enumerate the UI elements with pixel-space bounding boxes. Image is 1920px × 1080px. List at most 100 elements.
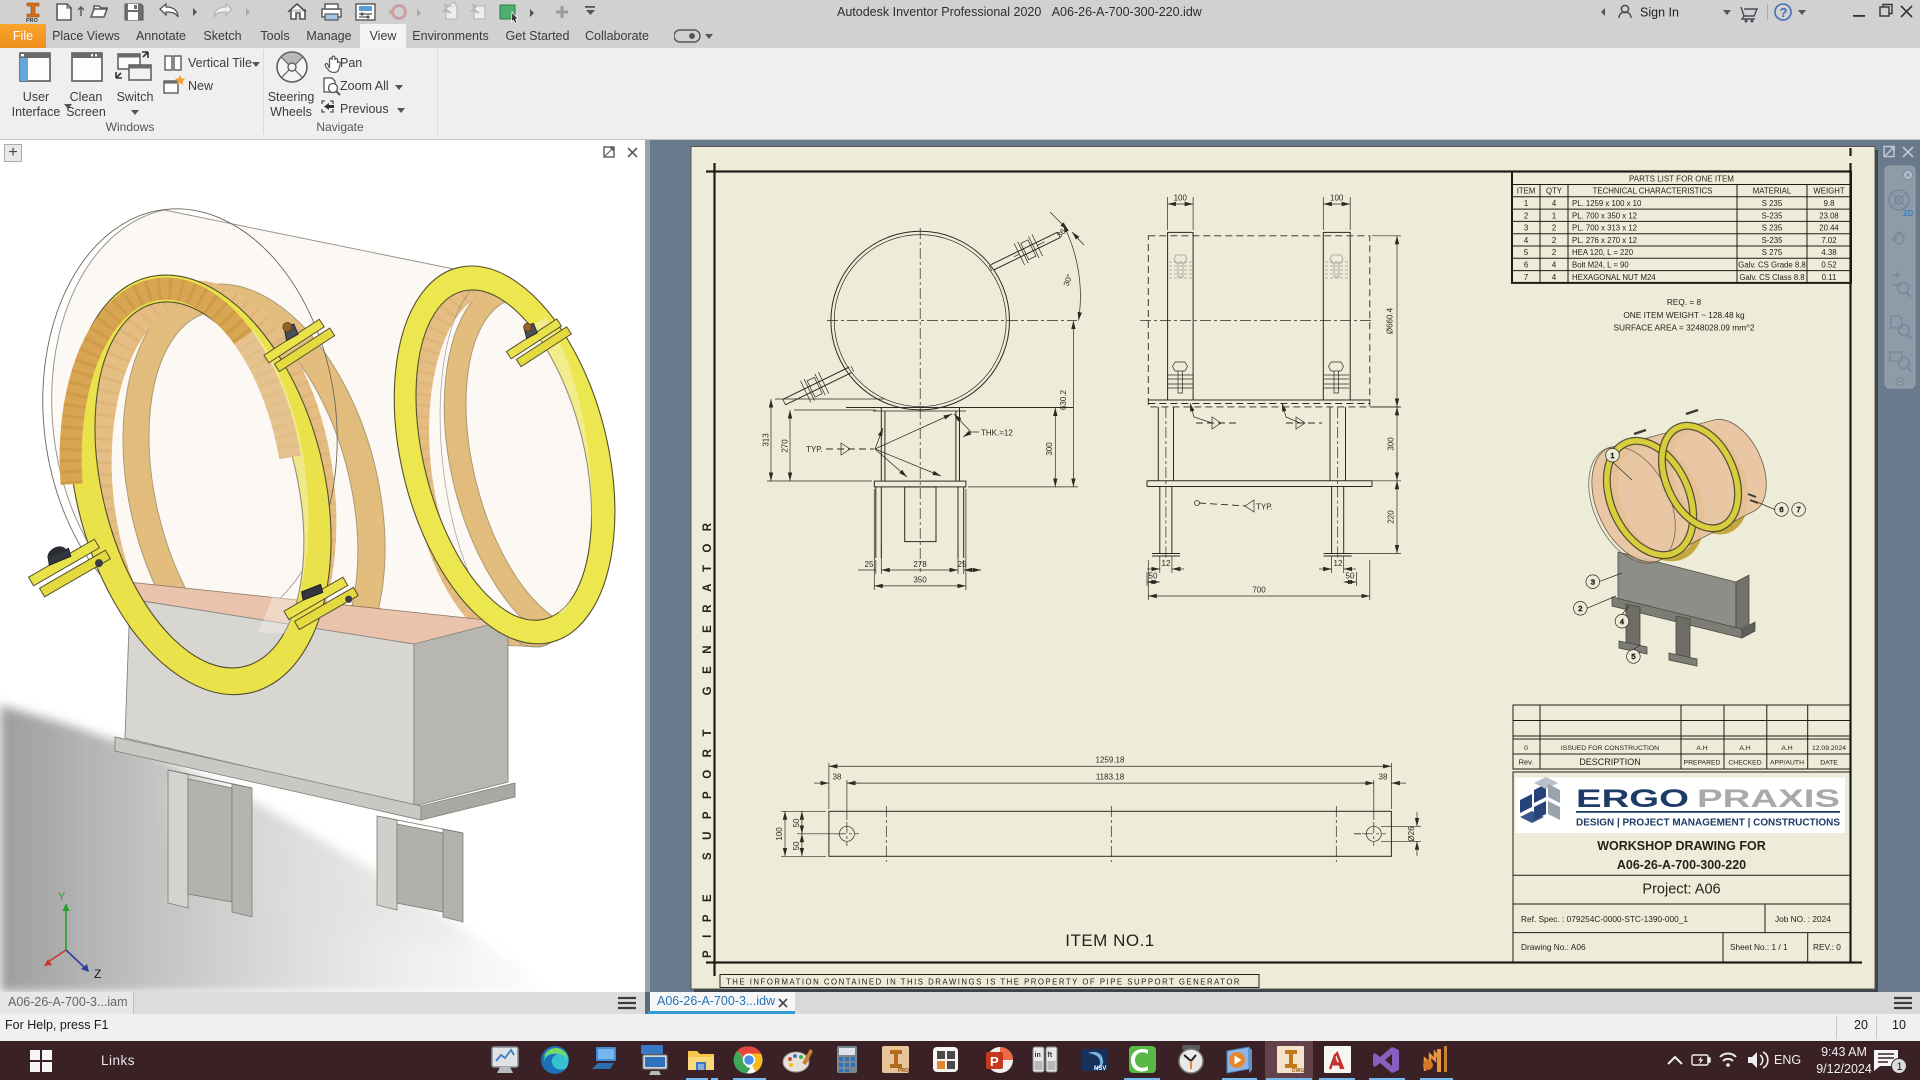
svg-text:S-235: S-235 bbox=[1762, 236, 1783, 245]
svg-text:PL. 700 x 350 x 12: PL. 700 x 350 x 12 bbox=[1572, 211, 1637, 220]
svg-text:300: 300 bbox=[1387, 437, 1396, 451]
svg-text:TECHNICAL CHARACTERISTICS: TECHNICAL CHARACTERISTICS bbox=[1593, 187, 1713, 196]
svg-text:A06-26-A-700-300-220: A06-26-A-700-300-220 bbox=[1617, 858, 1746, 872]
svg-text:220: 220 bbox=[1387, 510, 1396, 524]
svg-text:Bolt M24, L = 90: Bolt M24, L = 90 bbox=[1572, 261, 1629, 270]
svg-text:7: 7 bbox=[1797, 505, 1801, 514]
svg-text:DATE: DATE bbox=[1820, 760, 1838, 767]
svg-text:Drawing No.: A06: Drawing No.: A06 bbox=[1521, 942, 1586, 952]
svg-text:DWG: DWG bbox=[1292, 1068, 1304, 1074]
svg-text:100: 100 bbox=[1330, 194, 1344, 203]
svg-text:PL. 276 x 270 x 12: PL. 276 x 270 x 12 bbox=[1572, 236, 1637, 245]
svg-text:S 235: S 235 bbox=[1762, 199, 1783, 208]
svg-text:A.H: A.H bbox=[1781, 745, 1792, 752]
svg-text:THK.=12: THK.=12 bbox=[981, 429, 1013, 438]
svg-text:HEXAGONAL NUT M24: HEXAGONAL NUT M24 bbox=[1572, 273, 1656, 282]
svg-text:Galv. CS Grade 8.8: Galv. CS Grade 8.8 bbox=[1738, 261, 1805, 270]
svg-text:5: 5 bbox=[1631, 652, 1635, 661]
svg-text:50: 50 bbox=[792, 841, 801, 850]
svg-text:PRAXIS: PRAXIS bbox=[1697, 785, 1840, 813]
svg-text:50: 50 bbox=[792, 818, 801, 827]
svg-text:2: 2 bbox=[1552, 236, 1556, 245]
svg-text:S-235: S-235 bbox=[1762, 211, 1783, 220]
svg-text:4: 4 bbox=[1620, 617, 1624, 626]
svg-text:ONE ITEM WEIGHT ~ 128.48 kg: ONE ITEM WEIGHT ~ 128.48 kg bbox=[1623, 310, 1745, 320]
svg-text:7: 7 bbox=[1524, 273, 1528, 282]
svg-text:23.08: 23.08 bbox=[1819, 211, 1839, 220]
svg-text:PL. 700 x 313 x 12: PL. 700 x 313 x 12 bbox=[1572, 224, 1637, 233]
svg-text:WORKSHOP DRAWING FOR: WORKSHOP DRAWING FOR bbox=[1597, 839, 1766, 853]
svg-text:5: 5 bbox=[1524, 248, 1529, 257]
svg-text:Rev.: Rev. bbox=[1519, 758, 1534, 767]
svg-text:2: 2 bbox=[1552, 248, 1556, 257]
svg-text:WEIGHT: WEIGHT bbox=[1813, 187, 1844, 196]
svg-text:THE INFORMATION CONTAINED IN T: THE INFORMATION CONTAINED IN THIS DRAWIN… bbox=[726, 978, 1241, 987]
svg-text:CHECKED: CHECKED bbox=[1728, 760, 1761, 767]
svg-text:50: 50 bbox=[1149, 572, 1158, 581]
svg-text:A.H: A.H bbox=[1739, 745, 1750, 752]
svg-text:9.8: 9.8 bbox=[1824, 199, 1835, 208]
svg-text:4: 4 bbox=[1524, 236, 1529, 245]
svg-text:4.38: 4.38 bbox=[1821, 248, 1836, 257]
svg-text:HEA 120, L = 220: HEA 120, L = 220 bbox=[1572, 248, 1634, 257]
svg-text:38: 38 bbox=[833, 773, 842, 782]
svg-text:QTY: QTY bbox=[1546, 187, 1563, 196]
svg-text:Y: Y bbox=[58, 891, 66, 903]
svg-text:630.2: 630.2 bbox=[1059, 389, 1068, 410]
svg-text:1: 1 bbox=[1610, 451, 1614, 460]
svg-text:SURFACE AREA = 3248028.09 mm^2: SURFACE AREA = 3248028.09 mm^2 bbox=[1613, 323, 1754, 333]
svg-text:20.44: 20.44 bbox=[1819, 224, 1839, 233]
svg-text:ISSUED FOR CONSTRUCTION: ISSUED FOR CONSTRUCTION bbox=[1561, 745, 1659, 752]
svg-text:7.02: 7.02 bbox=[1821, 236, 1836, 245]
svg-text:Ø26: Ø26 bbox=[1407, 826, 1416, 842]
svg-text:ft: ft bbox=[1048, 1052, 1053, 1059]
svg-text:PREPARED: PREPARED bbox=[1684, 760, 1721, 767]
svg-text:Z: Z bbox=[94, 967, 101, 981]
svg-text:Ø660.4: Ø660.4 bbox=[1386, 307, 1395, 334]
svg-text:in: in bbox=[1035, 1052, 1041, 1059]
svg-text:700: 700 bbox=[1252, 586, 1266, 595]
svg-text:Ref. Spec. : 079254C-0000-STC-: Ref. Spec. : 079254C-0000-STC-1390-000_1 bbox=[1521, 914, 1688, 924]
svg-text:2D: 2D bbox=[1903, 209, 1913, 218]
svg-text:1: 1 bbox=[1552, 211, 1556, 220]
svg-text:ERGO: ERGO bbox=[1576, 785, 1689, 813]
svg-text:DESCRIPTION: DESCRIPTION bbox=[1579, 757, 1641, 767]
svg-text:313: 313 bbox=[762, 433, 771, 447]
svg-text:0.52: 0.52 bbox=[1821, 261, 1836, 270]
svg-text:1: 1 bbox=[1897, 1061, 1903, 1073]
svg-text:ITEM: ITEM bbox=[1517, 187, 1536, 196]
svg-text:100: 100 bbox=[775, 827, 784, 841]
svg-text:NSV: NSV bbox=[1094, 1066, 1106, 1072]
svg-text:REQ. = 8: REQ. = 8 bbox=[1667, 297, 1702, 307]
svg-text:350: 350 bbox=[913, 576, 927, 585]
svg-text:TYP.: TYP. bbox=[806, 445, 823, 454]
svg-text:50: 50 bbox=[1346, 572, 1355, 581]
svg-text:MATERIAL: MATERIAL bbox=[1753, 187, 1792, 196]
svg-text:3: 3 bbox=[1591, 578, 1595, 587]
svg-text:?: ? bbox=[1780, 5, 1788, 20]
svg-text:ITEM NO.1: ITEM NO.1 bbox=[1065, 931, 1155, 950]
svg-text:PRO: PRO bbox=[898, 1068, 909, 1074]
svg-text:Project: A06: Project: A06 bbox=[1642, 882, 1720, 898]
svg-text:38: 38 bbox=[1379, 773, 1388, 782]
svg-text:2: 2 bbox=[1524, 211, 1528, 220]
svg-text:6: 6 bbox=[1524, 261, 1528, 270]
svg-text:Job NO. : 2024: Job NO. : 2024 bbox=[1775, 914, 1831, 924]
svg-text:270: 270 bbox=[781, 439, 790, 453]
svg-text:P: P bbox=[990, 1054, 999, 1069]
svg-text:1183.18: 1183.18 bbox=[1096, 773, 1125, 782]
svg-text:4: 4 bbox=[1552, 261, 1557, 270]
svg-text:100: 100 bbox=[1174, 194, 1188, 203]
svg-text:12: 12 bbox=[1162, 559, 1171, 568]
svg-text:S 275: S 275 bbox=[1762, 248, 1783, 257]
svg-text:0: 0 bbox=[1524, 745, 1528, 752]
svg-text:12: 12 bbox=[1334, 559, 1343, 568]
svg-text:1259.18: 1259.18 bbox=[1096, 756, 1125, 765]
svg-text:Sign In: Sign In bbox=[1640, 6, 1679, 20]
svg-text:PL. 1259 x 100 x 10: PL. 1259 x 100 x 10 bbox=[1572, 199, 1642, 208]
svg-text:Galv. CS Class 8.8: Galv. CS Class 8.8 bbox=[1739, 273, 1804, 282]
svg-text:6: 6 bbox=[1779, 505, 1783, 514]
svg-text:A.H: A.H bbox=[1696, 745, 1707, 752]
svg-text:APP/AUTH: APP/AUTH bbox=[1770, 760, 1804, 767]
svg-text:2: 2 bbox=[1578, 604, 1582, 613]
